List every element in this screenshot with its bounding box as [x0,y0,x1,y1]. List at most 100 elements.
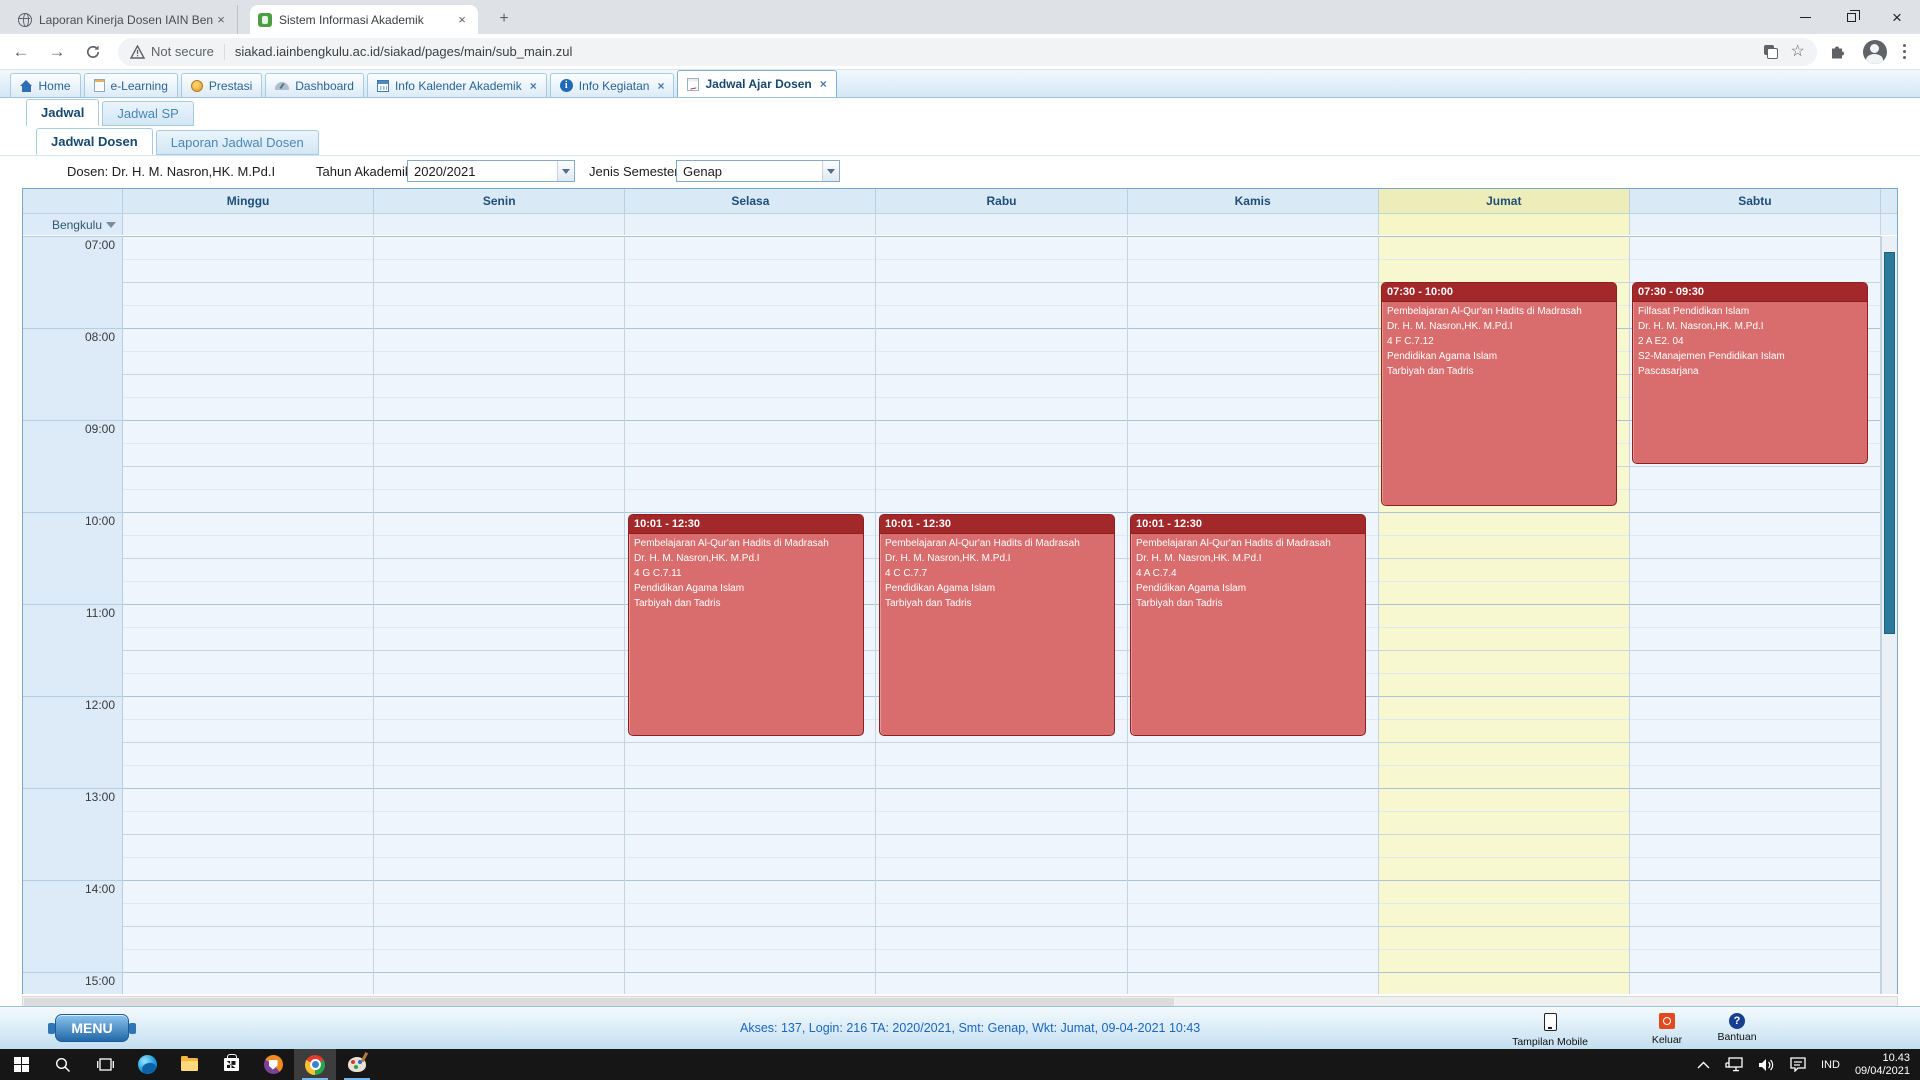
tray-chevron-up-icon[interactable] [1697,1061,1710,1069]
all-day-cell[interactable] [123,214,374,235]
tampilan-mobile-button[interactable]: Tampilan Mobile [1495,1013,1605,1048]
app-tab-label: Info Kalender Akademik [395,79,522,93]
all-day-scrollbar-spacer [1881,214,1897,235]
browser-tabstrip: Laporan Kinerja Dosen IAIN Beng × Sistem… [0,0,1920,34]
all-day-cell[interactable] [625,214,876,235]
calendar-event-jumat[interactable]: 07:30 - 10:00 Pembelajaran Al-Qur'an Had… [1381,282,1617,506]
address-bar[interactable]: Not secure siakad.iainbengkulu.ac.id/sia… [118,38,1817,66]
app-tab-info-kegiatan[interactable]: i Info Kegiatan × [550,73,675,97]
tab-close-icon[interactable]: × [213,12,229,28]
url-text[interactable]: siakad.iainbengkulu.ac.id/siakad/pages/m… [235,44,1755,59]
time-label: 10:00 [85,514,115,528]
paint-button[interactable] [336,1049,378,1080]
app-tab-jadwal-ajar-dosen[interactable]: Jadwal Ajar Dosen × [677,70,836,97]
all-day-cell[interactable] [1128,214,1379,235]
network-icon[interactable] [1725,1057,1743,1072]
all-day-cell-jumat[interactable] [1379,214,1630,235]
jenis-semester-select[interactable]: Genap [676,160,840,182]
bantuan-button[interactable]: ? Bantuan [1682,1013,1792,1043]
app-tab-dashboard[interactable]: Dashboard [265,73,364,97]
tab-close-icon[interactable]: × [530,79,537,93]
tab-jadwal[interactable]: Jadwal [26,99,99,126]
event-program: S2-Manajemen Pendidikan Islam [1633,347,1867,362]
logout-icon [1659,1013,1675,1029]
tahun-akademik-select[interactable]: 2020/2021 [407,160,575,182]
task-view-button[interactable] [84,1049,126,1080]
dropdown-button[interactable] [557,161,574,181]
vertical-scrollbar[interactable] [1881,236,1897,994]
app-tab-info-kalender[interactable]: Info Kalender Akademik × [367,73,547,97]
gauge-icon [275,82,289,90]
all-day-cell[interactable] [876,214,1127,235]
language-indicator[interactable]: IND [1821,1059,1840,1071]
microsoft-store-button[interactable] [210,1049,252,1080]
menu-button[interactable]: MENU [55,1014,129,1042]
calendar-event-rabu[interactable]: 10:01 - 12:30 Pembelajaran Al-Qur'an Had… [879,514,1115,736]
app-tab-prestasi[interactable]: Prestasi [181,73,262,97]
calendar-event-sabtu[interactable]: 07:30 - 09:30 Filfasat Pendidikan Islam … [1632,282,1868,464]
minimize-button[interactable] [1782,0,1828,34]
tab-close-icon[interactable]: × [820,77,827,91]
folder-icon [181,1058,198,1071]
tab-laporan-jadwal-dosen[interactable]: Laporan Jadwal Dosen [156,130,319,155]
tab-jadwal-dosen[interactable]: Jadwal Dosen [36,128,153,155]
all-day-cell[interactable] [1630,214,1881,235]
translate-icon[interactable] [1764,45,1778,59]
app-tab-label: e-Learning [111,79,168,93]
file-explorer-button[interactable] [168,1049,210,1080]
day-column-senin[interactable] [374,236,625,994]
event-room: 4 C C.7.7 [880,564,1114,579]
calendar-event-selasa[interactable]: 10:01 - 12:30 Pembelajaran Al-Qur'an Had… [628,514,864,736]
taskbar-clock[interactable]: 10.43 09/04/2021 [1855,1052,1910,1078]
task-view-icon [97,1057,114,1072]
app-tab-home[interactable]: Home [10,73,81,97]
chrome-button[interactable] [294,1049,336,1080]
tab-jadwal-sp[interactable]: Jadwal SP [102,101,193,126]
volume-icon[interactable] [1758,1058,1775,1072]
event-time: 07:30 - 09:30 [1633,283,1867,302]
event-time: 07:30 - 10:00 [1382,283,1616,302]
avast-browser-button[interactable] [252,1049,294,1080]
event-course: Pembelajaran Al-Qur'an Hadits di Madrasa… [1131,534,1365,549]
event-course: Pembelajaran Al-Qur'an Hadits di Madrasa… [1382,302,1616,317]
browser-tab-laporan[interactable]: Laporan Kinerja Dosen IAIN Beng × [10,5,238,34]
scrollbar-thumb[interactable] [1884,252,1895,634]
event-room: 4 A C.7.4 [1131,564,1365,579]
filter-row: Dosen: Dr. H. M. Nasron,HK. M.Pd.I Tahun… [0,156,1920,188]
timezone-cell[interactable]: Bengkulu [23,214,123,235]
event-faculty: Pascasarjana [1633,362,1867,377]
action-center-icon[interactable] [1790,1057,1806,1072]
all-day-row: Bengkulu [23,213,1897,235]
tab-close-icon[interactable]: × [657,79,664,93]
day-column-minggu[interactable] [123,236,374,994]
close-button[interactable]: × [1874,0,1920,34]
profile-avatar[interactable] [1863,40,1887,64]
event-lecturer: Dr. H. M. Nasron,HK. M.Pd.I [1633,317,1867,332]
browser-tab-siakad[interactable]: Sistem Informasi Akademik × [250,5,478,34]
search-button[interactable] [42,1049,84,1080]
back-button[interactable]: ← [6,37,36,67]
event-lecturer: Dr. H. M. Nasron,HK. M.Pd.I [629,549,863,564]
app-tab-label: Home [39,79,71,93]
day-header-rabu: Rabu [876,189,1127,213]
restore-button[interactable] [1828,0,1874,34]
edge-button[interactable] [126,1049,168,1080]
app-tab-elearning[interactable]: e-Learning [84,73,178,97]
all-day-cell[interactable] [374,214,625,235]
scrollbar-thumb[interactable] [24,998,1174,1006]
dropdown-button[interactable] [822,161,839,181]
start-button[interactable] [0,1049,42,1080]
bookmark-star-icon[interactable]: ☆ [1790,44,1804,60]
globe-favicon-icon [18,13,32,27]
timezone-label: Bengkulu [52,218,102,232]
chrome-icon [305,1055,325,1075]
calendar-event-kamis[interactable]: 10:01 - 12:30 Pembelajaran Al-Qur'an Had… [1130,514,1366,736]
time-label: 12:00 [85,698,115,712]
browser-menu-icon[interactable] [1903,44,1906,59]
window-controls: × [1782,0,1920,34]
new-tab-button[interactable]: + [492,8,516,32]
forward-button[interactable]: → [42,37,72,67]
tab-close-icon[interactable]: × [454,12,470,28]
extensions-puzzle-icon[interactable] [1829,43,1847,61]
reload-button[interactable] [78,37,108,67]
